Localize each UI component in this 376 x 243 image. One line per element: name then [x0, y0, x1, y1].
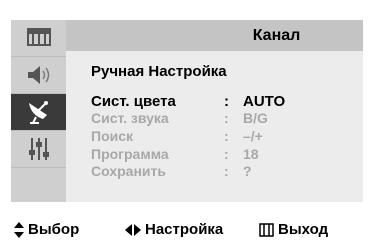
- settings-sliders-icon: [28, 138, 49, 160]
- left-right-arrows-icon: [125, 223, 141, 236]
- row-label: Сист. звука: [91, 110, 169, 126]
- row-colon: :: [224, 128, 229, 144]
- up-down-arrows-icon: [14, 221, 24, 238]
- sidebar-item-setup[interactable]: [11, 131, 66, 167]
- footer-adjust-hint: Настройка: [125, 221, 223, 238]
- row-value: 18: [243, 146, 259, 162]
- footer-select-hint: Выбор: [14, 221, 79, 238]
- menu-subtitle: Ручная Настройка: [91, 63, 227, 80]
- sidebar-item-sound[interactable]: [11, 57, 66, 93]
- footer-adjust-label: Настройка: [145, 221, 224, 238]
- footer-help-bar: Выбор Настройка Выход: [0, 218, 376, 243]
- footer-exit-hint: Выход: [259, 221, 328, 238]
- row-colon: :: [224, 110, 229, 126]
- row-colon: :: [224, 146, 229, 162]
- row-value: ?: [243, 163, 252, 179]
- sidebar-item-channel[interactable]: [11, 94, 66, 130]
- row-value: –/+: [243, 128, 263, 144]
- row-colon: :: [224, 163, 229, 179]
- row-label: Сохранить: [91, 163, 166, 179]
- page-title: Канал: [252, 27, 301, 44]
- sidebar-divider: [11, 167, 66, 168]
- footer-select-label: Выбор: [28, 221, 80, 238]
- speaker-icon: [27, 66, 49, 84]
- row-value: B/G: [243, 110, 268, 126]
- row-label: Поиск: [91, 128, 134, 144]
- footer-exit-label: Выход: [278, 221, 329, 238]
- satellite-antenna-icon: [28, 101, 48, 124]
- row-label: Программа: [91, 146, 169, 162]
- menu-icon: [259, 222, 274, 237]
- tv-osd-menu: Канал Ручная Настройка Сист. цвета : AUT…: [0, 0, 376, 243]
- picture-icon: [26, 28, 51, 46]
- sidebar-item-picture[interactable]: [11, 20, 66, 56]
